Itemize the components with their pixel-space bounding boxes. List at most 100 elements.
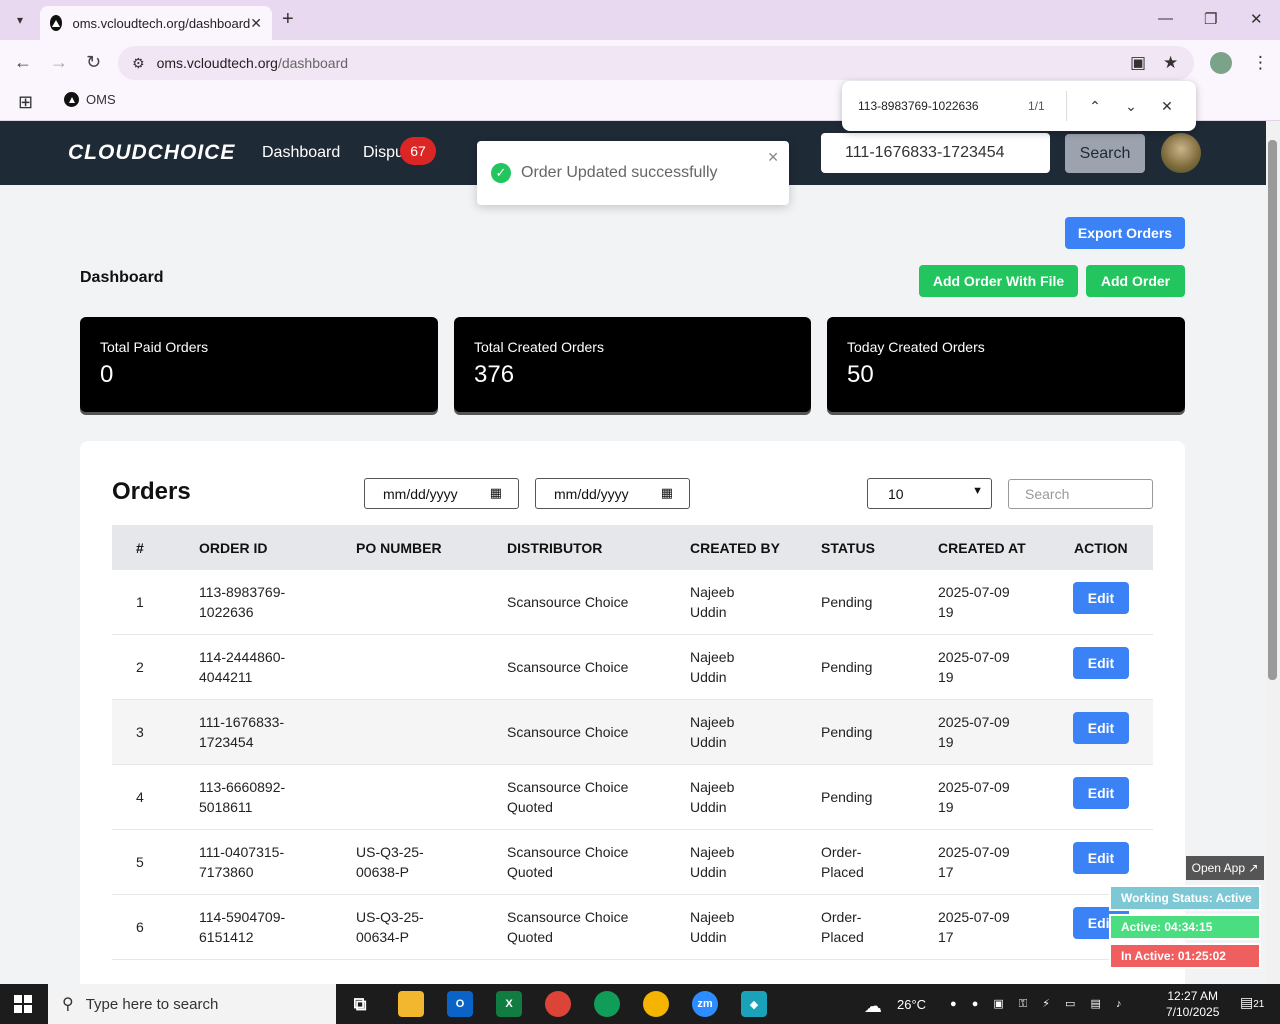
new-tab-icon[interactable]: + [282,8,294,31]
edit-button[interactable]: Edit [1073,777,1129,809]
address-bar[interactable]: ⚙ oms.vcloudtech.org/dashboard [118,46,1194,80]
excel-icon[interactable]: X [496,991,522,1017]
find-close-icon[interactable]: ✕ [1149,98,1185,115]
edit-button[interactable]: Edit [1073,647,1129,679]
cell-created-at: 2025-07-09 [938,844,1010,860]
nav-dashboard[interactable]: Dashboard [262,144,340,162]
stat-value: 50 [847,361,874,388]
table-row [112,895,1153,960]
tab-search-button[interactable]: ▾ [8,8,32,32]
table-row [112,570,1153,635]
chevron-down-icon: ▼ [972,485,983,497]
find-previous-icon[interactable]: ⌃ [1077,98,1113,115]
notifications-icon[interactable]: ▤21 [1240,994,1264,1011]
date-from-input[interactable]: mm/dd/yyyy ▦ [364,478,519,509]
table-search-input[interactable]: Search [1008,479,1153,509]
toast-message: Order Updated successfully [521,164,718,181]
cell-created-by: Uddin [690,799,727,815]
app-logo[interactable]: CLOUDCHOICE [68,141,235,165]
find-count: 1/1 [1028,99,1045,113]
minimize-icon[interactable]: — [1158,10,1173,27]
windows-start-icon[interactable] [14,995,32,1013]
toast-close-icon[interactable]: ✕ [767,149,779,166]
zoom-icon[interactable]: zm [692,991,718,1017]
weather-icon[interactable]: ☁ [864,996,882,1017]
bookmark-star-icon[interactable]: ★ [1163,53,1178,73]
cell-order-id: 7173860 [199,864,254,880]
cell-status: Placed [821,864,864,880]
working-status: Working Status: Active [1109,885,1261,911]
cell-created-by: Uddin [690,604,727,620]
find-next-icon[interactable]: ⌄ [1113,98,1149,115]
file-explorer-icon[interactable] [398,991,424,1017]
chrome-active-icon[interactable] [643,991,669,1017]
back-icon[interactable]: ← [14,52,32,73]
export-orders-button[interactable]: Export Orders [1065,217,1185,249]
cell-created-by: Najeeb [690,584,735,600]
cell-order-id: 111-0407315- [199,844,285,860]
browser-menu-icon[interactable]: ⋮ [1252,53,1269,73]
tab-close-icon[interactable]: ✕ [250,15,262,32]
chrome-icon[interactable] [545,991,571,1017]
col-order-id: ORDER ID [199,540,268,556]
cell-order-id: 111-1676833- [199,714,285,730]
outlook-icon[interactable]: O [447,991,473,1017]
cell-created-at: 19 [938,799,954,815]
stat-card-created: Total Created Orders 376 [454,317,811,412]
stat-label: Total Paid Orders [100,339,209,355]
nav-search-button[interactable]: Search [1065,134,1145,173]
cell-order-id: 4044211 [199,669,253,685]
tray-icons[interactable]: ● ● ▣ ⚿ ⚡ ▭ ▤ ♪ [950,997,1127,1011]
bookmark-oms[interactable]: OMS [64,92,116,107]
nav-search-input[interactable]: 111-1676833-1723454 [821,133,1050,173]
task-view-icon[interactable]: ⧉ [347,991,373,1017]
calendar-icon[interactable]: ▦ [490,485,502,501]
tab-title: oms.vcloudtech.org/dashboard [72,15,251,31]
app-diamond-icon[interactable]: ◆ [741,991,767,1017]
cell-status: Order- [821,909,862,925]
col-created-by: CREATED BY [690,540,780,556]
system-clock[interactable]: 12:27 AM 7/10/2025 [1166,988,1219,1020]
cell-created-by: Najeeb [690,779,735,795]
scrollbar-thumb[interactable] [1268,140,1277,680]
site-info-icon[interactable]: ⚙ [132,55,145,72]
cell-created-by: Najeeb [690,714,735,730]
clock-date: 7/10/2025 [1166,1005,1220,1019]
find-input[interactable]: 113-8983769-1022636 [858,99,1028,113]
restore-icon[interactable]: ❐ [1204,10,1217,28]
taskbar-search[interactable]: ⚲ Type here to search [48,984,336,1024]
add-order-button[interactable]: Add Order [1086,265,1185,297]
apps-grid-icon[interactable]: ⊞ [18,92,33,113]
cell-created-at: 2025-07-09 [938,649,1010,665]
date-to-input[interactable]: mm/dd/yyyy ▦ [535,478,690,509]
user-avatar[interactable] [1161,133,1201,173]
reader-icon[interactable]: ▣ [1130,53,1146,73]
cell-created-at: 17 [938,929,954,945]
reload-icon[interactable]: ↻ [86,52,101,73]
cell-distributor: Quoted [507,929,553,945]
cell-created-by: Uddin [690,734,727,750]
nav-disputes[interactable]: Dispu [363,144,404,162]
search-icon: ⚲ [62,996,74,1013]
cell-created-by: Uddin [690,669,727,685]
chrome-profile-icon[interactable] [594,991,620,1017]
cell-created-at: 19 [938,604,954,620]
stat-value: 376 [474,361,515,388]
per-page-select[interactable]: 10 ▼ [867,478,992,509]
weather-temp[interactable]: 26°C [897,997,926,1012]
profile-icon[interactable] [1210,52,1232,74]
calendar-icon[interactable]: ▦ [661,485,673,501]
table-row [112,830,1153,895]
edit-button[interactable]: Edit [1073,582,1129,614]
window-close-icon[interactable]: ✕ [1250,10,1263,28]
browser-tab[interactable]: oms.vcloudtech.org/dashboard ✕ [40,6,272,40]
date-from-value: mm/dd/yyyy [383,485,458,502]
cell-po-number: US-Q3-25- [356,909,424,925]
edit-button[interactable]: Edit [1073,842,1129,874]
cell-distributor: Quoted [507,864,553,880]
forward-icon[interactable]: → [50,52,68,73]
edit-button[interactable]: Edit [1073,712,1129,744]
add-order-with-file-button[interactable]: Add Order With File [919,265,1078,297]
open-app-button[interactable]: Open App ↗ [1186,856,1264,880]
table-row [112,700,1153,765]
